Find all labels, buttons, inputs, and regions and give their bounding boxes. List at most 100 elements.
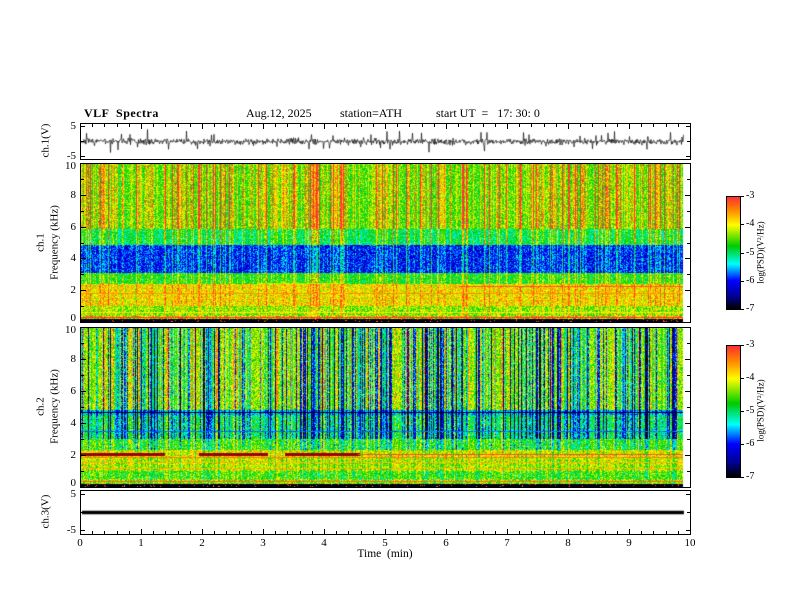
x-tick-minor <box>275 124 276 127</box>
y-tick-major <box>81 359 86 360</box>
x-tick-minor <box>592 531 593 534</box>
x-tick-minor <box>165 124 166 127</box>
x-tick-label: 8 <box>565 537 571 549</box>
colorbar-ch2 <box>726 345 741 478</box>
x-tick-minor <box>117 124 118 127</box>
colorbar-tick <box>741 253 744 254</box>
colorbar-tick <box>741 309 744 310</box>
y-tick-major <box>81 258 86 259</box>
colorbar-ch1-label: log(PSD)(V²/Hz) <box>755 221 766 284</box>
colorbar-tick <box>741 224 744 225</box>
y-tick-major <box>81 156 85 157</box>
x-tick-minor <box>190 531 191 534</box>
x-tick-minor <box>470 531 471 534</box>
plot-header: VLF Spectra Aug.12, 2025 station=ATH sta… <box>0 106 792 122</box>
y-tick-label: 6 <box>70 221 77 233</box>
x-tick-minor <box>92 124 93 127</box>
x-tick-minor <box>239 531 240 534</box>
x-tick-major <box>141 529 142 534</box>
x-tick-minor <box>678 124 679 127</box>
colorbar-tick <box>741 196 744 197</box>
y-tick-label: 10 <box>65 324 76 336</box>
x-tick-minor <box>153 531 154 534</box>
y-tick-label: 5 <box>70 488 77 500</box>
y-tick-major <box>81 290 86 291</box>
x-tick-minor <box>531 124 532 127</box>
y-tick-minor <box>687 243 690 244</box>
x-tick-minor <box>544 124 545 127</box>
y-tick-label: -5 <box>66 524 76 536</box>
ch2-spectrogram-canvas <box>81 328 690 487</box>
y-tick-minor <box>81 141 84 142</box>
y-tick-label: 0 <box>70 312 77 324</box>
x-tick-minor <box>287 531 288 534</box>
colorbar-tick <box>741 378 744 379</box>
x-tick-label: 7 <box>504 537 510 549</box>
x-tick-minor <box>373 531 374 534</box>
y-tick-minor <box>81 306 84 307</box>
x-tick-major <box>202 529 203 534</box>
x-tick-minor <box>641 124 642 127</box>
y-tick-major <box>685 359 690 360</box>
y-tick-minor <box>81 407 84 408</box>
colorbar-tick-label: -7 <box>746 303 755 314</box>
y-tick-major <box>685 455 690 456</box>
x-tick-minor <box>348 531 349 534</box>
x-tick-minor <box>409 531 410 534</box>
y-tick-label: 10 <box>65 160 76 172</box>
x-tick-minor <box>251 124 252 127</box>
y-tick-major <box>686 494 690 495</box>
x-tick-minor <box>104 531 105 534</box>
colorbar-tick-label: -7 <box>746 471 755 482</box>
x-tick-minor <box>348 124 349 127</box>
plot-start-ut: start UT = 17: 30: 0 <box>436 106 540 120</box>
x-tick-minor <box>483 124 484 127</box>
y-tick-major <box>685 487 690 488</box>
x-tick-minor <box>434 531 435 534</box>
x-tick-label: 6 <box>443 537 449 549</box>
ch3-waveform-canvas <box>81 491 690 534</box>
x-tick-minor <box>92 531 93 534</box>
x-tick-minor <box>641 531 642 534</box>
colorbar-tick-label: -3 <box>746 190 755 201</box>
x-tick-minor <box>251 531 252 534</box>
y-tick-minor <box>687 375 690 376</box>
x-tick-minor <box>666 531 667 534</box>
x-tick-minor <box>226 531 227 534</box>
x-tick-minor <box>275 531 276 534</box>
colorbar-tick-label: -3 <box>746 339 755 350</box>
y-tick-major <box>685 391 690 392</box>
x-tick-minor <box>397 531 398 534</box>
x-tick-minor <box>336 124 337 127</box>
colorbar-ch1-gradient <box>727 197 740 309</box>
x-tick-major <box>446 124 447 129</box>
colorbar-tick <box>741 281 744 282</box>
y-tick-minor <box>81 471 84 472</box>
x-tick-minor <box>117 531 118 534</box>
x-tick-major <box>385 529 386 534</box>
x-tick-label: 2 <box>199 537 205 549</box>
ch1-spectrogram-canvas <box>81 164 690 322</box>
y-tick-label: 8 <box>70 353 77 365</box>
x-tick-minor <box>165 531 166 534</box>
x-tick-minor <box>300 124 301 127</box>
y-tick-major <box>81 195 86 196</box>
y-tick-major <box>81 494 85 495</box>
x-tick-minor <box>178 124 179 127</box>
x-tick-label: 10 <box>684 537 696 549</box>
x-tick-minor <box>397 124 398 127</box>
y-tick-minor <box>81 512 84 513</box>
x-tick-minor <box>544 531 545 534</box>
x-tick-minor <box>580 531 581 534</box>
y-tick-label: 2 <box>70 449 77 461</box>
colorbar-tick <box>741 477 744 478</box>
x-tick-minor <box>214 531 215 534</box>
x-tick-minor <box>104 124 105 127</box>
x-tick-minor <box>422 124 423 127</box>
x-tick-minor <box>556 124 557 127</box>
x-tick-minor <box>373 124 374 127</box>
plot-title: VLF Spectra <box>84 106 159 120</box>
x-tick-label: 9 <box>626 537 632 549</box>
x-tick-minor <box>361 531 362 534</box>
y-tick-major <box>81 126 85 127</box>
